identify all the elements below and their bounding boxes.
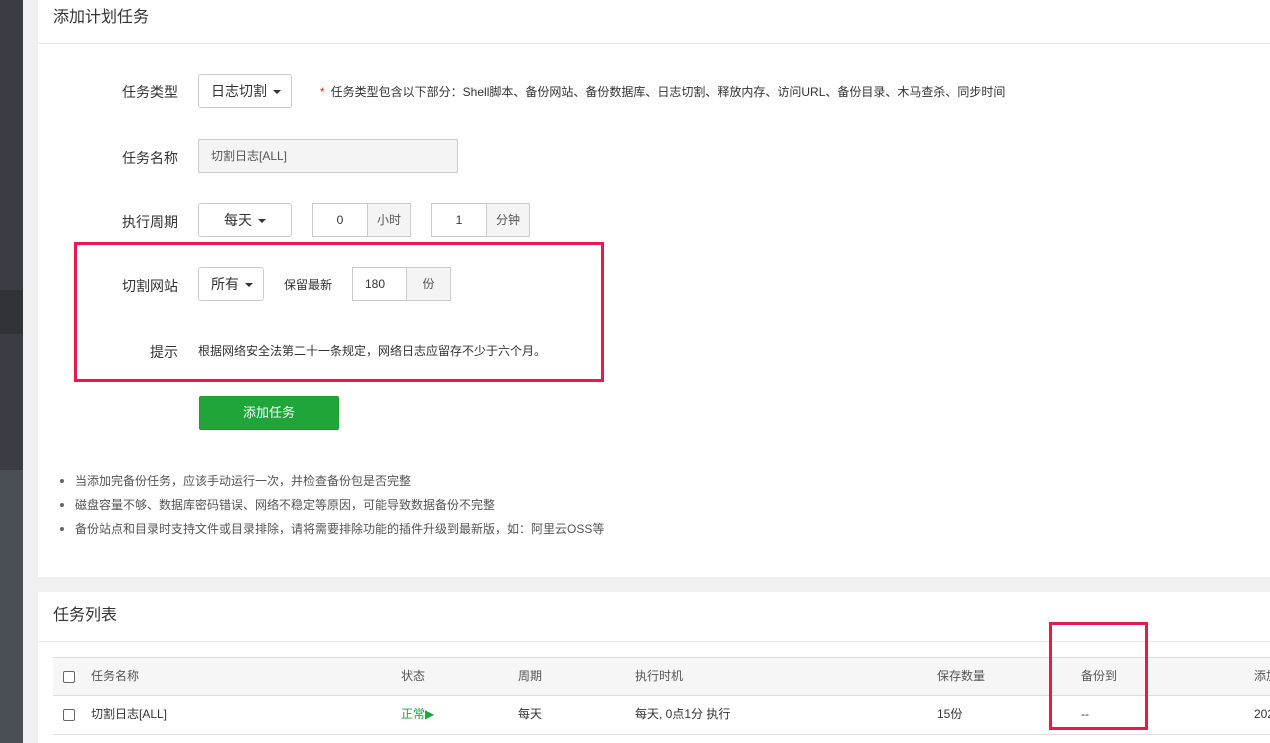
- task-type-note-text: 任务类型包含以下部分：Shell脚本、备份网站、备份数据库、日志切割、释放内存、…: [330, 85, 1006, 99]
- task-name-label: 任务名称: [122, 150, 178, 166]
- row-exec-time: 每天, 0点1分 执行: [635, 707, 731, 721]
- row-checkbox[interactable]: [63, 709, 75, 721]
- sidebar-active-item[interactable]: [0, 290, 23, 334]
- task-type-dropdown[interactable]: 日志切割: [198, 74, 292, 108]
- minute-input[interactable]: 1: [431, 203, 487, 237]
- row-added: 202: [1254, 707, 1270, 721]
- left-sidebar: [0, 0, 23, 743]
- add-task-button[interactable]: 添加任务: [199, 396, 339, 430]
- col-header-cycle: 周期: [518, 669, 543, 683]
- required-star-icon: *: [320, 85, 325, 99]
- tip-item: 磁盘容量不够、数据库密码错误、网络不稳定等原因，可能导致数据备份不完整: [60, 496, 604, 520]
- caret-down-icon: [258, 219, 266, 224]
- cycle-value: 每天: [224, 212, 252, 228]
- select-all-checkbox[interactable]: [63, 671, 75, 683]
- task-name-input[interactable]: 切割日志[ALL]: [198, 139, 458, 173]
- highlight-box-site-settings: [74, 242, 604, 382]
- col-header-exec-time: 执行时机: [635, 669, 684, 683]
- hour-unit: 小时: [367, 203, 411, 237]
- caret-down-icon: [273, 90, 281, 95]
- row-cycle: 每天: [518, 707, 543, 721]
- cycle-label: 执行周期: [122, 214, 178, 230]
- row-keep: 15份: [937, 707, 963, 721]
- col-header-status: 状态: [401, 669, 426, 683]
- row-status-toggle[interactable]: 正常▶: [401, 696, 434, 733]
- row-name: 切割日志[ALL]: [91, 707, 168, 721]
- highlight-box-backup-to: [1049, 622, 1148, 730]
- panel-title-add-task: 添加计划任务: [38, 0, 1270, 44]
- tip-item: 当添加完备份任务，应该手动运行一次，并检查备份包是否完整: [60, 472, 604, 496]
- tips-list: 当添加完备份任务，应该手动运行一次，并检查备份包是否完整 磁盘容量不够、数据库密…: [60, 472, 604, 544]
- col-header-keep: 保存数量: [937, 669, 986, 683]
- hour-input[interactable]: 0: [312, 203, 368, 237]
- page-gutter: [23, 0, 38, 743]
- col-header-added: 添加: [1254, 669, 1270, 683]
- cycle-dropdown[interactable]: 每天: [198, 203, 292, 237]
- col-header-name: 任务名称: [91, 669, 140, 683]
- task-type-value: 日志切割: [211, 83, 267, 99]
- tip-item: 备份站点和目录时支持文件或目录排除，请将需要排除功能的插件升级到最新版，如：阿里…: [60, 520, 604, 544]
- task-type-label: 任务类型: [122, 84, 178, 100]
- task-type-note: * 任务类型包含以下部分：Shell脚本、备份网站、备份数据库、日志切割、释放内存…: [320, 83, 1005, 100]
- minute-unit: 分钟: [486, 203, 530, 237]
- sidebar-lower-area: [0, 470, 23, 743]
